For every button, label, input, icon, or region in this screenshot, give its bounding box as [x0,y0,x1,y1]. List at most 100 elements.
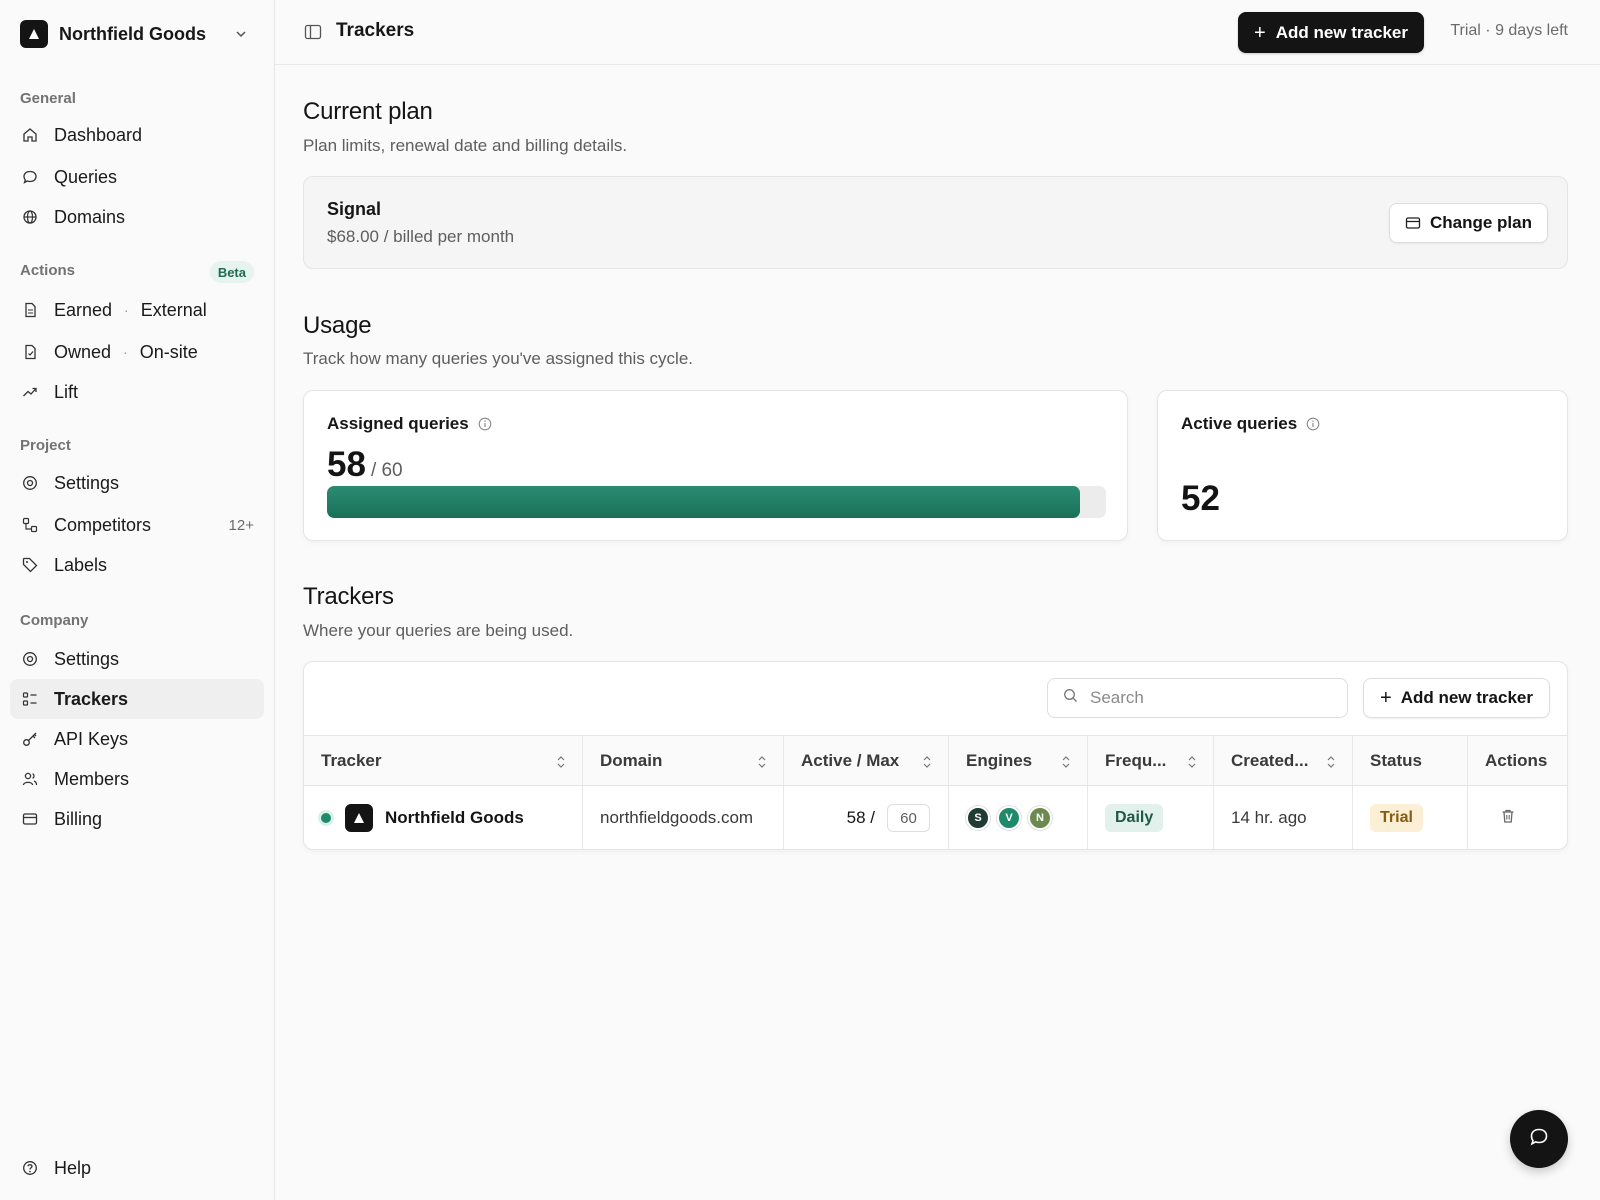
usage-heading: Usage [303,312,372,339]
column-header-active-max[interactable]: Active / Max [784,736,949,785]
tracker-name[interactable]: Northfield Goods [385,808,524,828]
sidebar-item-company-settings[interactable]: Settings [10,639,264,679]
tracker-active-count: 58 / [846,808,875,827]
sidebar-item-queries[interactable]: Queries [10,157,264,197]
status-badge: Trial [1370,804,1423,832]
sort-icon [1326,754,1336,774]
separator-dot: · [123,344,128,360]
sidebar-item-label: Owned [54,341,112,362]
sidebar-item-trackers[interactable]: Trackers [10,679,264,719]
sort-icon [922,754,932,774]
column-label: Active / Max [801,750,900,770]
sidebar-item-labels[interactable]: Labels [10,545,264,585]
trackers-table: + Add new tracker Tracker Domain Active … [303,661,1568,850]
cell-domain: northfieldgoods.com [583,786,784,849]
sidebar-item-label: Queries [54,166,118,187]
top-bar: Trackers + Add new tracker Trial · 9 day… [275,0,1600,65]
assigned-queries-title: Assigned queries [327,414,492,434]
column-label: Created... [1231,750,1309,770]
column-label: Tracker [321,750,382,770]
sidebar-item-billing[interactable]: Billing [10,799,264,839]
active-queries-value: 52 [1181,479,1220,518]
plan-card: Signal $68.00 / billed per month Change … [303,176,1568,269]
trend-up-icon [21,383,39,401]
column-header-frequency[interactable]: Frequ... [1088,736,1214,785]
active-queries-value-row: 52 [1181,479,1220,519]
column-label: Status [1370,750,1422,770]
section-title-project: Project [20,437,71,454]
assigned-queries-value-row: 58 / 60 [327,445,403,485]
sort-icon [556,754,566,774]
tracker-domain: northfieldgoods.com [600,808,754,827]
engine-avatar-v: V [997,806,1021,830]
assigned-queries-label: Assigned queries [327,414,469,433]
sidebar-item-help[interactable]: Help [10,1148,264,1188]
chevron-down-icon [234,27,248,46]
assigned-queries-max: / 60 [370,460,403,481]
sidebar-item-label: API Keys [54,728,129,749]
assigned-queries-value: 58 [327,445,366,484]
chat-support-button[interactable] [1510,1110,1568,1168]
chat-icon [1528,1126,1550,1153]
sidebar-item-owned[interactable]: Owned · On-site [10,332,264,372]
usage-description: Track how many queries you've assigned t… [303,349,694,368]
tag-icon [21,556,39,574]
table-row[interactable]: Northfield Goods northfieldgoods.com 58 … [304,786,1567,849]
settings-icon [21,474,39,492]
column-header-tracker[interactable]: Tracker [304,736,583,785]
sidebar-item-label: Help [54,1157,92,1178]
column-label: Domain [600,750,663,770]
page-title: Trackers [336,20,415,41]
tracker-max-input[interactable]: 60 [887,804,930,832]
competitors-icon [21,516,39,534]
table-add-new-tracker-button[interactable]: + Add new tracker [1363,678,1550,718]
sidebar-item-api-keys[interactable]: API Keys [10,719,264,759]
sidebar-item-suffix: On-site [139,341,198,362]
sidebar-toggle-icon[interactable] [304,23,322,46]
engine-avatar-s: S [966,806,990,830]
sidebar-item-label: Settings [54,648,120,669]
sort-icon [1061,754,1071,774]
column-header-status[interactable]: Status [1353,736,1468,785]
column-header-domain[interactable]: Domain [583,736,784,785]
search-input[interactable] [1090,688,1330,708]
trackers-description: Where your queries are being used. [303,621,574,640]
sidebar-item-competitors[interactable]: Competitors 12+ [10,505,264,545]
change-plan-button[interactable]: Change plan [1389,203,1548,243]
help-icon [21,1159,39,1177]
org-logo [20,20,48,48]
sidebar-item-project-settings[interactable]: Settings [10,463,264,503]
sidebar-item-dashboard[interactable]: Dashboard [10,115,264,155]
assigned-queries-card: Assigned queries 58 / 60 [303,390,1128,541]
trial-status: Trial · 9 days left [1450,22,1568,39]
delete-icon[interactable] [1500,808,1516,829]
column-header-created[interactable]: Created... [1214,736,1353,785]
globe-icon [21,208,39,226]
trackers-heading: Trackers [303,583,394,610]
cell-status: Trial [1353,786,1468,849]
info-icon[interactable] [478,417,492,431]
org-name: Northfield Goods [59,23,206,44]
add-new-tracker-button[interactable]: + Add new tracker [1238,12,1424,53]
cell-actions [1468,786,1567,849]
cell-tracker: Northfield Goods [304,786,583,849]
card-icon [21,810,39,828]
sidebar-item-members[interactable]: Members [10,759,264,799]
column-header-engines[interactable]: Engines [949,736,1088,785]
settings-icon [21,650,39,668]
section-title-general: General [20,90,76,107]
sidebar-item-lift[interactable]: Lift [10,372,264,412]
table-add-new-tracker-label: Add new tracker [1400,688,1533,707]
sidebar-item-label: Trackers [54,688,129,709]
sidebar-item-domains[interactable]: Domains [10,197,264,237]
column-label: Frequ... [1105,750,1167,770]
search-box[interactable] [1047,678,1348,718]
sidebar-item-label: Billing [54,808,103,829]
frequency-badge: Daily [1105,804,1164,832]
sidebar-item-earned[interactable]: Earned · External [10,290,264,330]
info-icon[interactable] [1306,417,1320,431]
active-queries-label: Active queries [1181,414,1298,433]
beta-badge: Beta [209,261,254,283]
org-switcher[interactable]: Northfield Goods [20,19,256,49]
sidebar-item-label: Domains [54,206,126,227]
